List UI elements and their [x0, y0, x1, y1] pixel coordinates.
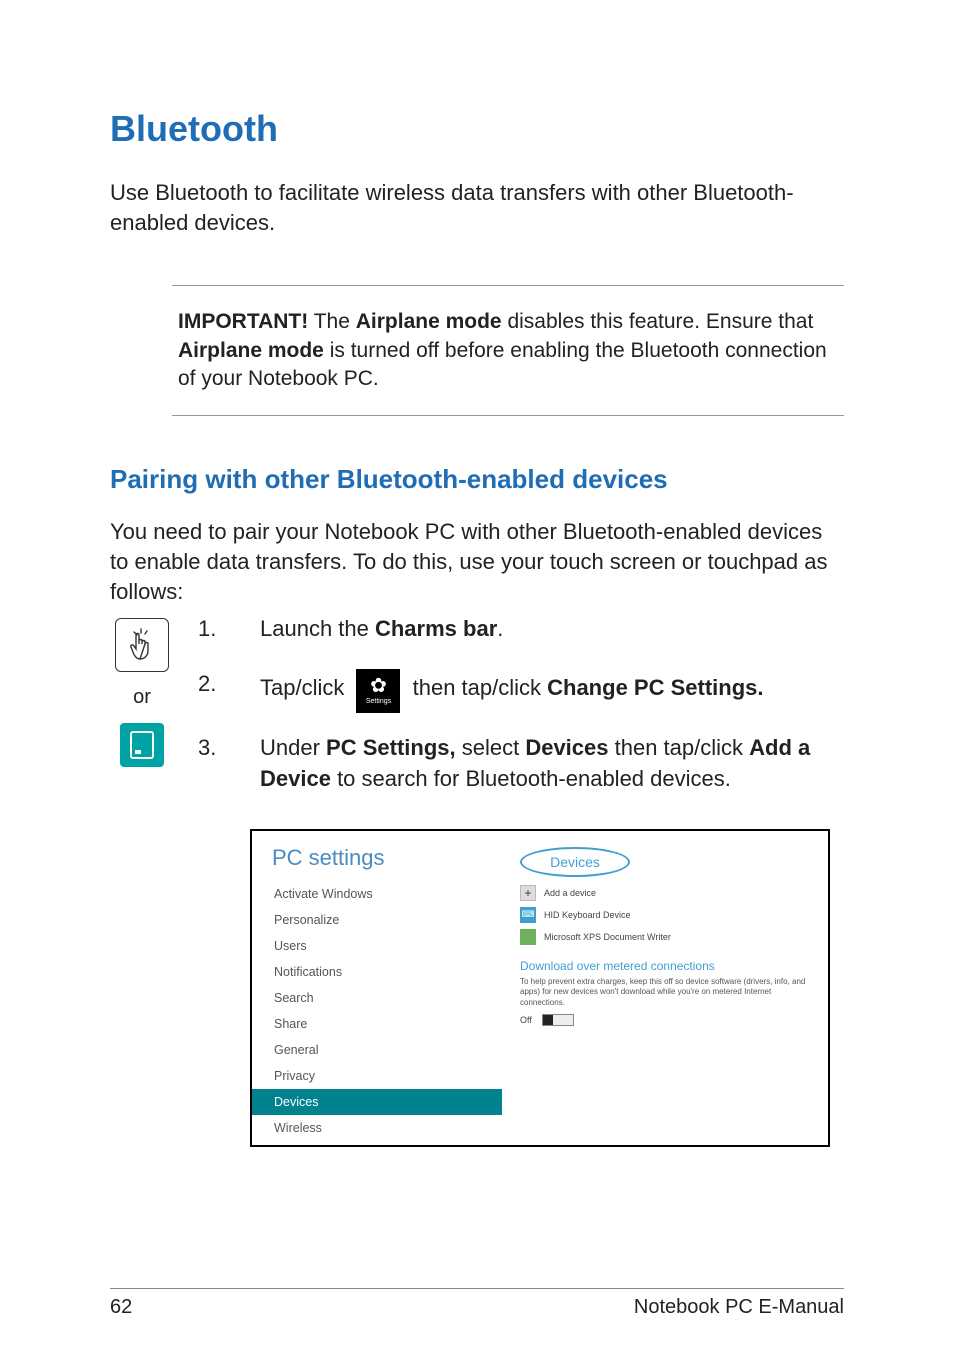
- device-row-2: Microsoft XPS Document Writer: [520, 929, 812, 945]
- step2-bold: Change PC Settings.: [547, 675, 763, 700]
- step-2: Tap/click ✿ Settings then tap/click Chan…: [198, 669, 844, 709]
- download-heading: Download over metered connections: [520, 959, 812, 973]
- ss-nav-item: Ease of Access: [272, 1141, 502, 1147]
- pairing-intro: You need to pair your Notebook PC with o…: [110, 517, 844, 606]
- plus-icon: +: [520, 885, 536, 901]
- step3-pre: Under: [260, 735, 326, 760]
- note-bold-1: Airplane mode: [356, 310, 502, 333]
- ss-nav-item: Personalize: [272, 907, 502, 933]
- section-title: Bluetooth: [110, 108, 844, 150]
- keyboard-icon: ⌨: [520, 907, 536, 923]
- ss-nav-item: General: [272, 1037, 502, 1063]
- step2-mid: then tap/click: [413, 675, 548, 700]
- ss-nav-item: Devices: [252, 1089, 522, 1115]
- settings-charm-icon: ✿ Settings: [356, 669, 400, 713]
- ss-right-panel: Devices + Add a device ⌨ HID Keyboard De…: [502, 831, 828, 1145]
- ss-left-nav: PC settings Activate WindowsPersonalizeU…: [252, 831, 502, 1145]
- step3-bold2: Devices: [525, 735, 608, 760]
- ss-title: PC settings: [272, 845, 502, 871]
- subsection-title: Pairing with other Bluetooth-enabled dev…: [110, 464, 844, 495]
- ss-nav-item: Notifications: [272, 959, 502, 985]
- add-device-row: + Add a device: [520, 885, 812, 901]
- device-2-label: Microsoft XPS Document Writer: [544, 932, 671, 942]
- touchpad-icon: [120, 723, 164, 767]
- pc-settings-screenshot: PC settings Activate WindowsPersonalizeU…: [250, 829, 830, 1147]
- doc-title-footer: Notebook PC E-Manual: [634, 1296, 844, 1319]
- step3-bold1: PC Settings,: [326, 735, 456, 760]
- toggle-off: [542, 1014, 574, 1026]
- note-text-mid: disables this feature. Ensure that: [502, 310, 814, 333]
- note-bold-2: Airplane mode: [178, 339, 324, 362]
- device-row-1: ⌨ HID Keyboard Device: [520, 907, 812, 923]
- gear-icon: ✿: [370, 676, 387, 696]
- step3-post: to search for Bluetooth-enabled devices.: [331, 766, 731, 791]
- ss-nav-item: Wireless: [272, 1115, 502, 1141]
- step1-bold: Charms bar: [375, 616, 497, 641]
- ss-nav-item: Privacy: [272, 1063, 502, 1089]
- important-note: IMPORTANT! The Airplane mode disables th…: [172, 285, 844, 416]
- ss-nav-item: Activate Windows: [272, 881, 502, 907]
- devices-callout: Devices: [520, 847, 630, 877]
- settings-charm-label: Settings: [366, 697, 391, 707]
- ss-nav-item: Users: [272, 933, 502, 959]
- step1-post: .: [497, 616, 503, 641]
- download-desc: To help prevent extra charges, keep this…: [520, 977, 812, 1008]
- step1-pre: Launch the: [260, 616, 375, 641]
- metered-toggle-row: Off: [520, 1014, 812, 1026]
- ss-nav-item: Search: [272, 985, 502, 1011]
- step3-mid1: select: [456, 735, 526, 760]
- intro-paragraph: Use Bluetooth to facilitate wireless dat…: [110, 178, 844, 237]
- touch-hand-icon: [115, 618, 169, 672]
- toggle-label: Off: [520, 1015, 532, 1025]
- note-label: IMPORTANT!: [178, 310, 308, 333]
- footer-divider: [110, 1288, 844, 1289]
- input-method-column: or: [110, 614, 174, 818]
- ss-nav-item: Share: [272, 1011, 502, 1037]
- step-1: Launch the Charms bar.: [198, 614, 844, 645]
- device-1-label: HID Keyboard Device: [544, 910, 631, 920]
- or-label: or: [133, 686, 151, 709]
- step-3: Under PC Settings, select Devices then t…: [198, 733, 844, 795]
- printer-icon: [520, 929, 536, 945]
- step3-mid2: then tap/click: [609, 735, 750, 760]
- add-device-label: Add a device: [544, 888, 596, 898]
- note-text-pre: The: [308, 310, 355, 333]
- page-number: 62: [110, 1296, 132, 1319]
- step2-pre: Tap/click: [260, 675, 350, 700]
